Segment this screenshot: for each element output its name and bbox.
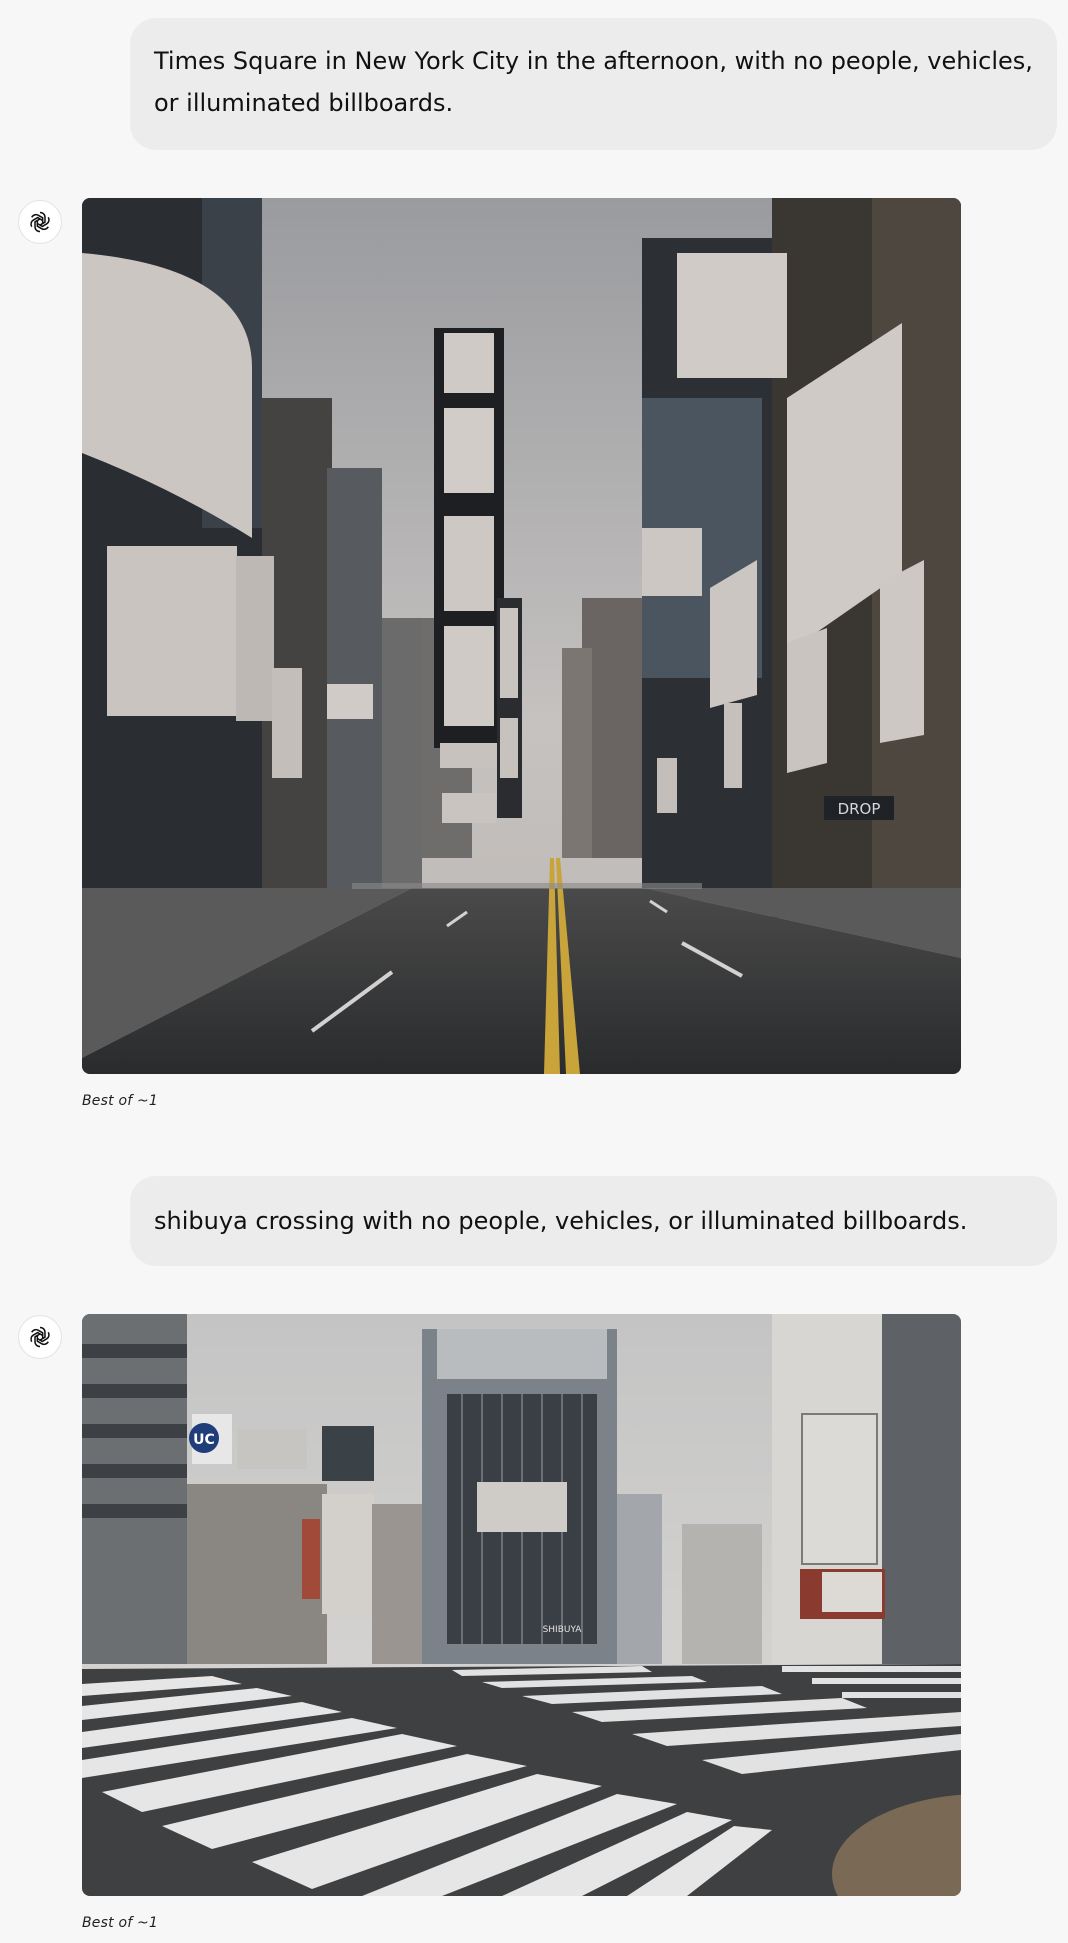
user-message-2: shibuya crossing with no people, vehicle… <box>130 1176 1057 1266</box>
assistant-avatar <box>18 200 62 244</box>
times-square-image: DROP <box>82 198 961 1074</box>
generated-image-shibuya[interactable]: UC SHIBUYA <box>82 1314 961 1896</box>
uc-logo-text: UC <box>193 1432 215 1448</box>
user-message-1: Times Square in New York City in the aft… <box>130 18 1057 150</box>
chat-page: Times Square in New York City in the aft… <box>0 0 1068 1943</box>
openai-logo-icon <box>30 1326 50 1348</box>
drop-sign-text: DROP <box>838 800 881 818</box>
storefront-text: SHIBUYA <box>543 1625 583 1635</box>
openai-logo-icon <box>28 211 52 233</box>
shibuya-image: UC SHIBUYA <box>82 1314 961 1896</box>
image-caption: Best of ~1 <box>82 1093 159 1109</box>
image-caption: Best of ~1 <box>82 1915 159 1931</box>
assistant-avatar <box>18 1315 62 1359</box>
generated-image-times-square[interactable]: DROP <box>82 198 961 1074</box>
